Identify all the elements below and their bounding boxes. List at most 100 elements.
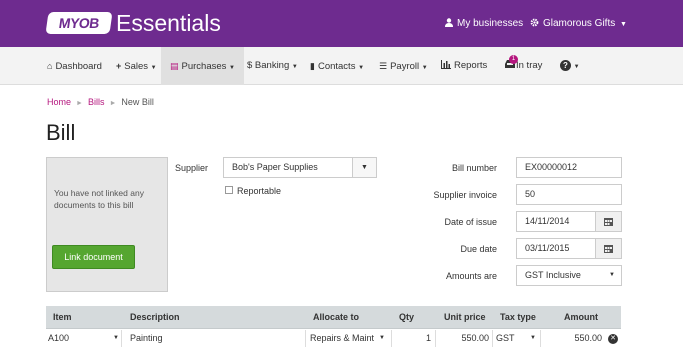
caret-down-icon: ▼	[291, 64, 298, 70]
cell-divider	[121, 330, 122, 347]
list-icon: ☰	[379, 61, 388, 71]
home-icon: ⌂	[47, 61, 53, 71]
line-items-header: Item Description Allocate to Qty Unit pr…	[46, 306, 621, 329]
column-header-allocate-to: Allocate to	[313, 312, 360, 322]
allocate-to-cell[interactable]: Repairs & Maint	[310, 330, 374, 347]
caret-down-icon: ▼	[150, 65, 157, 71]
nav-payroll[interactable]: ☰ Payroll ▼	[379, 47, 428, 85]
money-icon: ▤	[170, 61, 179, 71]
amount-cell[interactable]: 550.00	[546, 330, 602, 347]
nav-banking-label: $ Banking	[247, 60, 290, 71]
calendar-icon	[604, 218, 613, 226]
calendar-button[interactable]	[595, 239, 621, 258]
address-book-icon: ▮	[310, 61, 315, 71]
column-header-unit-price: Unit price	[444, 312, 486, 322]
nav-contacts[interactable]: ▮ Contacts ▼	[310, 47, 364, 85]
description-cell[interactable]: Painting	[130, 330, 163, 347]
calendar-icon	[604, 245, 613, 253]
nav-payroll-label: Payroll	[390, 61, 420, 72]
column-header-tax-type: Tax type	[500, 312, 536, 322]
date-of-issue-input[interactable]: 14/11/2014	[516, 211, 622, 232]
my-businesses-label: My businesses	[457, 18, 524, 29]
user-icon	[445, 18, 453, 27]
supplier-invoice-label: Supplier invoice	[433, 190, 497, 200]
supplier-invoice-input[interactable]: 50	[516, 184, 622, 205]
caret-down-icon[interactable]: ▼	[113, 330, 119, 347]
table-row: A100 ▼ Painting Repairs & Maint ▼ 1 550.…	[46, 330, 621, 347]
nav-dashboard[interactable]: ⌂ Dashboard	[47, 47, 102, 85]
reportable-checkbox[interactable]	[225, 186, 233, 194]
document-panel: You have not linked any documents to thi…	[46, 157, 168, 292]
cell-divider	[435, 330, 436, 347]
supplier-select[interactable]: Bob's Paper Supplies	[223, 157, 353, 178]
caret-down-icon: ▼	[620, 21, 627, 28]
date-of-issue-value: 14/11/2014	[525, 216, 570, 226]
cell-divider	[492, 330, 493, 347]
link-document-button[interactable]: Link document	[52, 245, 135, 269]
top-bar: MYOB Essentials My businesses Glamorous …	[0, 0, 683, 47]
nav-purchases[interactable]: ▤ Purchases ▼	[161, 47, 244, 85]
breadcrumb-current: New Bill	[121, 97, 154, 107]
nav-contacts-label: Contacts	[317, 61, 356, 72]
reportable-label: Reportable	[237, 186, 282, 196]
nav-reports-label: Reports	[454, 60, 488, 71]
unit-price-cell[interactable]: 550.00	[436, 330, 489, 347]
no-documents-message: You have not linked any documents to thi…	[54, 188, 144, 210]
due-date-input[interactable]: 03/11/2015	[516, 238, 622, 259]
qty-cell[interactable]: 1	[393, 330, 431, 347]
nav-sales-label: Sales	[124, 61, 149, 72]
nav-purchases-label: Purchases	[181, 61, 227, 72]
notification-badge: 1	[509, 55, 518, 64]
column-header-qty: Qty	[399, 312, 415, 322]
caret-down-icon[interactable]: ▼	[379, 330, 385, 347]
product-name: Essentials	[116, 10, 221, 36]
help-menu[interactable]: ? ▼	[560, 47, 580, 85]
supplier-dropdown-button[interactable]: ▼	[352, 157, 377, 178]
cell-divider	[391, 330, 392, 347]
caret-down-icon[interactable]: ▼	[530, 330, 536, 347]
nav-sales[interactable]: + Sales ▼	[116, 47, 157, 85]
tax-type-cell[interactable]: GST	[496, 330, 515, 347]
item-cell[interactable]: A100	[48, 330, 69, 347]
bill-number-label: Bill number	[451, 163, 497, 173]
amounts-are-value: GST Inclusive	[525, 270, 581, 280]
column-header-description: Description	[130, 312, 180, 322]
gear-icon	[530, 18, 539, 27]
supplier-label: Supplier	[175, 163, 209, 173]
nav-in-tray[interactable]: In tray 1	[504, 47, 542, 85]
nav-reports[interactable]: Reports	[441, 47, 487, 85]
remove-row-icon[interactable]: ✕	[608, 334, 618, 344]
nav-in-tray-label: In tray	[516, 60, 543, 71]
main-nav: ⌂ Dashboard + Sales ▼ ▤ Purchases ▼ $ Banki…	[0, 47, 683, 85]
date-of-issue-label: Date of issue	[444, 217, 497, 227]
cell-divider	[540, 330, 541, 347]
breadcrumb: Home ► Bills ► New Bill	[47, 97, 154, 107]
caret-down-icon: ▼	[358, 65, 365, 71]
myob-logo[interactable]: MYOB	[45, 12, 113, 34]
plus-icon: +	[116, 61, 122, 71]
breadcrumb-bills[interactable]: Bills	[88, 97, 105, 107]
chevron-right-icon: ►	[76, 100, 83, 107]
nav-banking[interactable]: $ Banking ▼	[247, 47, 298, 85]
bar-chart-icon	[441, 60, 451, 69]
caret-down-icon: ▼	[229, 65, 235, 71]
my-businesses-link[interactable]: My businesses	[445, 18, 523, 29]
caret-down-icon: ▼	[361, 164, 368, 171]
due-date-value: 03/11/2015	[525, 243, 570, 253]
breadcrumb-home[interactable]: Home	[47, 97, 71, 107]
cell-divider	[305, 330, 306, 347]
amounts-are-select[interactable]: GST Inclusive ▼	[516, 265, 622, 286]
column-header-item: Item	[53, 312, 72, 322]
company-menu[interactable]: Glamorous Gifts ▼	[530, 18, 627, 29]
amounts-are-label: Amounts are	[445, 271, 497, 281]
caret-down-icon: ▼	[421, 65, 428, 71]
help-icon: ?	[560, 60, 571, 71]
company-name: Glamorous Gifts	[543, 18, 616, 29]
caret-down-icon: ▼	[609, 272, 615, 278]
calendar-button[interactable]	[595, 212, 621, 231]
nav-dashboard-label: Dashboard	[55, 61, 102, 72]
column-header-amount: Amount	[564, 312, 598, 322]
caret-down-icon: ▼	[573, 64, 580, 70]
bill-number-input[interactable]: EX00000012	[516, 157, 622, 178]
chevron-right-icon: ►	[109, 100, 117, 107]
